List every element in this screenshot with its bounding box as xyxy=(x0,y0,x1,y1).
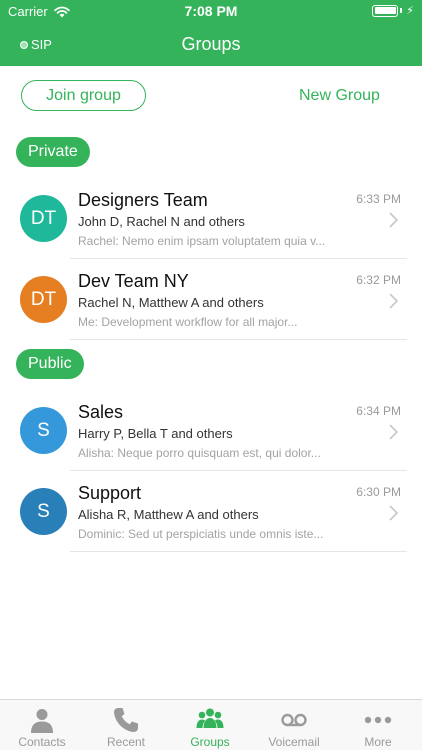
group-row-support[interactable]: S Support Alisha R, Matthew A and others… xyxy=(0,471,422,552)
join-group-button[interactable]: Join group xyxy=(21,80,146,111)
group-members: Rachel N, Matthew A and others xyxy=(78,295,264,310)
battery: ⚡ xyxy=(372,4,414,17)
tab-label: Contacts xyxy=(18,735,66,749)
avatar: S xyxy=(20,488,67,535)
group-actions: Join group New Group xyxy=(0,80,422,112)
chevron-right-icon xyxy=(389,424,398,440)
person-icon xyxy=(31,709,53,733)
last-message-preview: Dominic: Sed ut perspiciatis unde omnis … xyxy=(78,527,324,541)
chevron-right-icon xyxy=(389,293,398,309)
group-row-dev-team-ny[interactable]: DT Dev Team NY Rachel N, Matthew A and o… xyxy=(0,259,422,340)
tab-label: More xyxy=(364,735,392,749)
group-members: John D, Rachel N and others xyxy=(78,214,245,229)
tab-label: Groups xyxy=(190,735,230,749)
group-icon xyxy=(196,708,224,728)
tab-contacts[interactable]: Contacts xyxy=(0,700,84,750)
tab-bar: Contacts Recent Groups Voicemail More xyxy=(0,699,422,750)
avatar: S xyxy=(20,407,67,454)
row-divider xyxy=(70,551,407,552)
tab-voicemail[interactable]: Voicemail xyxy=(252,700,336,750)
voicemail-icon xyxy=(281,713,307,727)
chevron-right-icon xyxy=(389,212,398,228)
tab-more[interactable]: More xyxy=(336,700,420,750)
timestamp: 6:30 PM xyxy=(356,485,401,499)
section-public-label: Public xyxy=(16,349,84,379)
tab-groups[interactable]: Groups xyxy=(168,700,252,750)
group-row-designers-team[interactable]: DT Designers Team John D, Rachel N and o… xyxy=(0,178,422,259)
group-name: Support xyxy=(78,483,142,503)
header: Carrier 7:08 PM ⚡ SIP Groups xyxy=(0,0,422,66)
battery-icon xyxy=(372,4,399,17)
timestamp: 6:32 PM xyxy=(356,273,401,287)
last-message-preview: Alisha: Neque porro quisquam est, qui do… xyxy=(78,446,321,460)
timestamp: 6:34 PM xyxy=(356,404,401,418)
avatar: DT xyxy=(20,195,67,242)
phone-icon xyxy=(114,708,138,732)
new-group-button[interactable]: New Group xyxy=(299,87,380,105)
group-members: Harry P, Bella T and others xyxy=(78,426,233,441)
clock: 7:08 PM xyxy=(184,3,238,19)
more-icon xyxy=(364,716,392,724)
charging-bolt-icon: ⚡ xyxy=(406,5,414,17)
group-name: Designers Team xyxy=(78,190,208,210)
group-row-sales[interactable]: S Sales Harry P, Bella T and others Alis… xyxy=(0,390,422,471)
section-private-label: Private xyxy=(16,137,90,167)
tab-recent[interactable]: Recent xyxy=(84,700,168,750)
last-message-preview: Rachel: Nemo enim ipsam voluptatem quia … xyxy=(78,234,326,248)
group-name: Sales xyxy=(78,402,124,422)
group-name: Dev Team NY xyxy=(78,271,189,291)
chevron-right-icon xyxy=(389,505,398,521)
group-members: Alisha R, Matthew A and others xyxy=(78,507,259,522)
battery-fill xyxy=(374,7,396,14)
status-bar: Carrier 7:08 PM ⚡ xyxy=(0,0,422,22)
page-title: Groups xyxy=(181,34,241,54)
row-divider xyxy=(70,339,407,340)
battery-cap xyxy=(400,8,403,13)
avatar: DT xyxy=(20,276,67,323)
tab-label: Recent xyxy=(106,735,146,749)
timestamp: 6:33 PM xyxy=(356,192,401,206)
last-message-preview: Me: Development workflow for all major..… xyxy=(78,315,298,329)
tab-label: Voicemail xyxy=(268,735,320,749)
